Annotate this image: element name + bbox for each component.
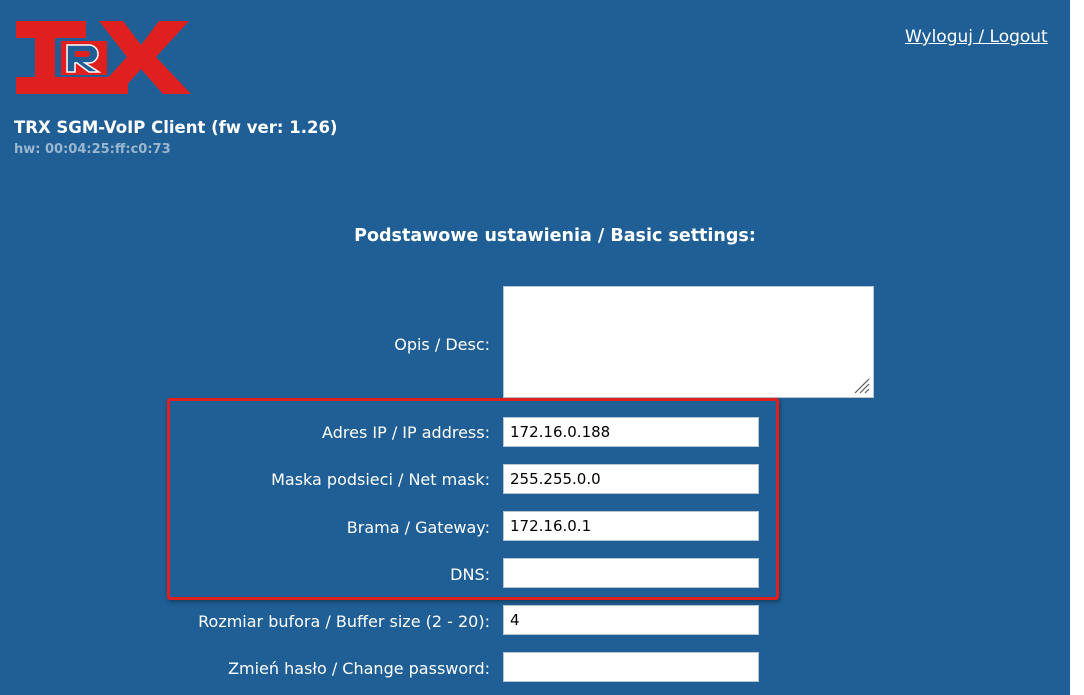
trx-logo (16, 21, 191, 94)
change-password-input[interactable] (503, 652, 759, 682)
buffer-size-input[interactable] (503, 605, 759, 635)
hardware-address: hw: 00:04:25:ff:c0:73 (14, 142, 171, 157)
change-password-label: Zmień hasło / Change password: (228, 659, 490, 678)
dns-input[interactable] (503, 558, 759, 588)
net-mask-label: Maska podsieci / Net mask: (271, 470, 490, 489)
gateway-input[interactable] (503, 511, 759, 541)
buffer-size-label: Rozmiar bufora / Buffer size (2 - 20): (198, 612, 490, 631)
resize-grip-icon[interactable] (851, 375, 871, 395)
net-mask-input[interactable] (503, 464, 759, 494)
logout-link[interactable]: Wyloguj / Logout (905, 27, 1048, 47)
gateway-label: Brama / Gateway: (346, 518, 490, 537)
dns-label: DNS: (450, 565, 490, 584)
desc-textarea[interactable] (503, 286, 874, 398)
ip-address-label: Adres IP / IP address: (322, 423, 490, 442)
section-title: Podstawowe ustawienia / Basic settings: (354, 226, 756, 246)
page: Wyloguj / Logout TRX SGM-VoIP Client (fw… (0, 0, 1070, 695)
app-title: TRX SGM-VoIP Client (fw ver: 1.26) (14, 118, 338, 137)
desc-label: Opis / Desc: (394, 335, 490, 354)
ip-address-input[interactable] (503, 417, 759, 447)
